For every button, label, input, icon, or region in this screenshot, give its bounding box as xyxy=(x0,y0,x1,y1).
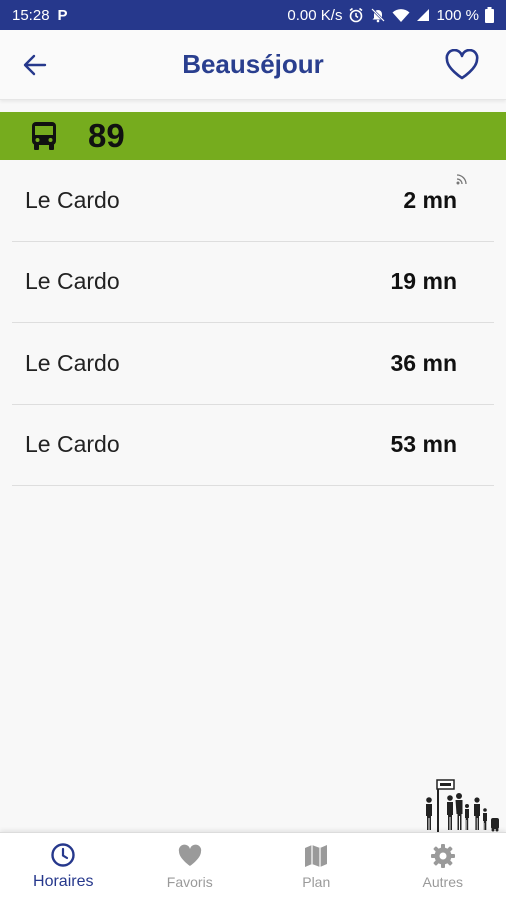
wait-time: 36 mn xyxy=(390,349,457,376)
wait-time: 19 mn xyxy=(390,268,457,295)
line-header: 89 xyxy=(0,112,506,160)
nav-autres[interactable]: Autres xyxy=(380,833,506,900)
realtime-icon xyxy=(456,174,467,185)
nav-plan-label: Plan xyxy=(302,874,331,890)
back-button[interactable] xyxy=(20,51,50,79)
battery-text: 100 % xyxy=(436,6,479,24)
signal-icon xyxy=(417,9,430,21)
destination-label: Le Cardo xyxy=(25,186,120,213)
heart-outline-icon xyxy=(445,48,479,80)
status-bar: 15:28 P 0.00 K/s 100 % xyxy=(0,0,506,30)
nav-autres-label: Autres xyxy=(422,874,463,890)
alarm-icon xyxy=(349,7,363,23)
heart-icon xyxy=(178,844,201,866)
departures-list: Le Cardo 2 mn Le Cardo 19 mn Le Cardo 36… xyxy=(0,160,506,486)
nav-horaires-label: Horaires xyxy=(33,873,94,890)
destination-label: Le Cardo xyxy=(25,431,120,458)
nav-horaires[interactable]: Horaires xyxy=(0,833,127,900)
departure-row[interactable]: Le Cardo 19 mn xyxy=(12,242,494,323)
nav-plan[interactable]: Plan xyxy=(253,833,380,900)
app-bar: Beauséjour xyxy=(0,30,506,100)
arrow-left-icon xyxy=(23,54,47,76)
departure-row[interactable]: Le Cardo 53 mn xyxy=(12,405,494,486)
mute-icon xyxy=(371,8,386,23)
wait-time: 53 mn xyxy=(390,431,457,458)
map-icon xyxy=(305,845,328,867)
wait-time: 2 mn xyxy=(403,186,457,213)
destination-label: Le Cardo xyxy=(25,268,120,295)
destination-label: Le Cardo xyxy=(25,349,120,376)
clock-icon xyxy=(51,843,75,867)
departure-row[interactable]: Le Cardo 2 mn xyxy=(12,160,494,242)
bottom-navigation: Horaires Favoris Plan Autres xyxy=(0,832,506,900)
bus-stop-people-illustration xyxy=(426,779,499,832)
favorite-button[interactable] xyxy=(444,48,480,81)
bus-icon xyxy=(32,122,56,150)
network-speed-text: 0.00 K/s xyxy=(287,6,343,24)
line-number: 89 xyxy=(88,117,125,154)
nav-favoris-label: Favoris xyxy=(166,874,213,890)
gear-icon xyxy=(430,844,455,868)
page-title: Beauséjour xyxy=(182,49,324,79)
nav-favoris[interactable]: Favoris xyxy=(127,833,254,900)
battery-icon xyxy=(485,7,494,23)
clock-text: 15:28 xyxy=(12,6,50,24)
departure-row[interactable]: Le Cardo 36 mn xyxy=(12,323,494,405)
parking-notification-icon: P xyxy=(57,6,68,24)
wifi-icon xyxy=(392,8,410,22)
